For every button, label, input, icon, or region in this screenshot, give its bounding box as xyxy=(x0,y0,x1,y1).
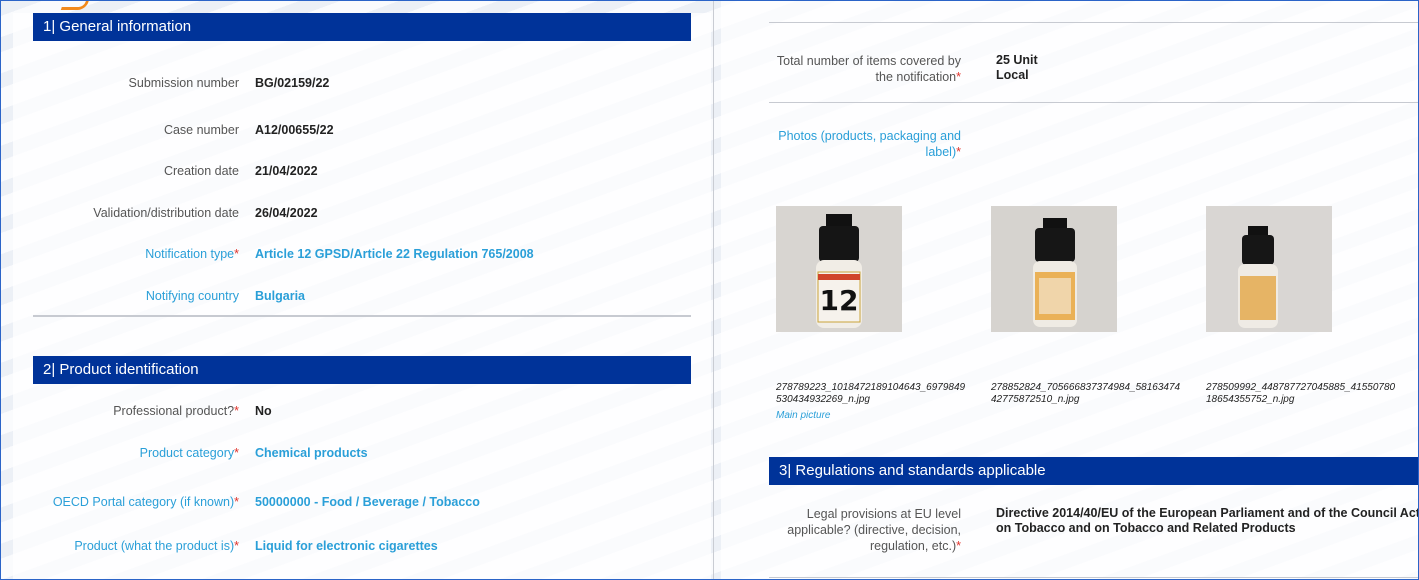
field-validation-date: Validation/distribution date 26/04/2022 xyxy=(13,204,711,228)
field-value: 26/04/2022 xyxy=(255,206,318,220)
field-label: Notification type* xyxy=(145,247,239,261)
photos-label: Photos (products, packaging and label)* xyxy=(778,129,961,159)
column-divider xyxy=(713,1,714,579)
product-photo-3[interactable] xyxy=(1206,206,1332,332)
field-creation-date: Creation date 21/04/2022 xyxy=(13,162,711,186)
notification-page: 1| General information Submission number… xyxy=(0,0,1419,580)
photo-caption-1: 278789223_1018472189104643_6979849 53043… xyxy=(776,382,966,405)
required-marker: * xyxy=(234,495,239,509)
divider xyxy=(769,102,1418,103)
field-notification-type: Notification type* Article 12 GPSD/Artic… xyxy=(13,245,711,269)
field-label: Product (what the product is)* xyxy=(74,539,239,553)
product-category-link[interactable]: Chemical products xyxy=(255,444,368,462)
product-photo-2[interactable] xyxy=(991,206,1117,332)
field-label: Validation/distribution date xyxy=(93,206,239,220)
field-value: No xyxy=(255,404,272,418)
field-case-number: Case number A12/00655/22 xyxy=(13,121,711,145)
field-notifying-country: Notifying country Bulgaria xyxy=(13,287,711,311)
right-column: Total number of items covered by the not… xyxy=(721,1,1419,579)
bottle-label-number: 12 xyxy=(820,284,859,317)
section-header-regulations: 3| Regulations and standards applicable xyxy=(769,457,1418,485)
field-label: Notifying country xyxy=(145,289,239,303)
field-professional-product: Professional product?* No xyxy=(13,402,711,426)
divider xyxy=(33,315,691,317)
field-product-category: Product category* Chemical products xyxy=(13,444,711,468)
field-value: A12/00655/22 xyxy=(255,123,334,137)
divider xyxy=(769,22,1418,23)
product-link[interactable]: Liquid for electronic cigarettes xyxy=(255,537,438,555)
main-picture-label: Main picture xyxy=(776,410,831,421)
field-label: OECD Portal category (if known)* xyxy=(52,495,239,509)
section-title: 1| General information xyxy=(43,18,192,35)
notifying-country-link[interactable]: Bulgaria xyxy=(255,287,305,305)
field-oecd-category: OECD Portal category (if known)* 5000000… xyxy=(13,493,711,517)
required-marker: * xyxy=(234,404,239,418)
photo-caption-3: 278509992_448787727045885_41550780 18654… xyxy=(1206,382,1396,405)
field-label: Submission number xyxy=(128,76,239,90)
section-title: 2| Product identification xyxy=(43,361,199,378)
items-covered-value: 25 Unit Local xyxy=(996,53,1038,82)
field-label: Professional product?* xyxy=(113,404,239,418)
brand-mark xyxy=(60,1,91,10)
required-marker: * xyxy=(234,446,239,460)
required-marker: * xyxy=(956,539,961,553)
field-value: 21/04/2022 xyxy=(255,164,318,178)
required-marker: * xyxy=(234,247,239,261)
photo-caption-2: 278852824_705666837374984_58163474 42775… xyxy=(991,382,1181,405)
field-value: BG/02159/22 xyxy=(255,76,330,90)
required-marker: * xyxy=(956,70,961,84)
items-covered-label: Total number of items covered by the not… xyxy=(776,54,961,84)
left-column: 1| General information Submission number… xyxy=(13,13,711,579)
section-title: 3| Regulations and standards applicable xyxy=(779,462,1046,479)
notification-type-link[interactable]: Article 12 GPSD/Article 22 Regulation 76… xyxy=(255,245,534,263)
required-marker: * xyxy=(234,539,239,553)
section-header-product-identification: 2| Product identification xyxy=(33,356,691,384)
section-header-general-information: 1| General information xyxy=(33,13,691,41)
field-label: Case number xyxy=(163,123,239,137)
field-label: Product category* xyxy=(139,446,239,460)
field-product: Product (what the product is)* Liquid fo… xyxy=(13,537,711,561)
divider xyxy=(769,577,1418,578)
field-label: Creation date xyxy=(163,164,239,178)
required-marker: * xyxy=(956,145,961,159)
legal-provisions-label: Legal provisions at EU level applicable?… xyxy=(787,507,961,553)
field-submission-number: Submission number BG/02159/22 xyxy=(13,74,711,98)
product-photo-1[interactable]: 12 xyxy=(776,206,902,332)
legal-provisions-value: Directive 2014/40/EU of the European Par… xyxy=(996,506,1419,535)
oecd-category-link[interactable]: 50000000 - Food / Beverage / Tobacco xyxy=(255,493,480,511)
